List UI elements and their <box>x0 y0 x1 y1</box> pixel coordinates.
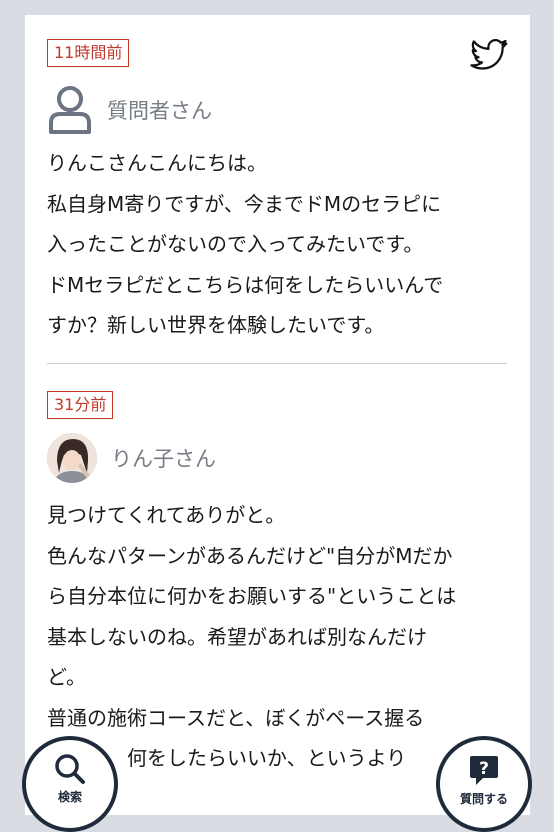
question-line: 入ったことがないので入ってみたいです。 <box>47 232 424 256</box>
answer-body: 見つけてくれてありがと。 色んなパターンがあるんだけど"自分がMだか ら自分本位… <box>47 495 507 779</box>
question-body: りんこさんこんにちは。 私自身M寄りですが、今までドMのセラピに 入ったことがな… <box>47 143 507 346</box>
answer-time-badge: 31分前 <box>47 391 114 419</box>
question-line: 私自身M寄りですが、今までドMのセラピに <box>47 191 442 216</box>
question-author: 質問者さん <box>47 85 212 135</box>
answer-line: 色んなパターンがあるんだけど"自分がMだか <box>47 543 453 568</box>
user-icon <box>49 86 91 134</box>
search-button[interactable]: 検索 <box>22 736 118 832</box>
divider <box>47 363 507 364</box>
question-line: ドMセラピだとこちらは何をしたらいいんで <box>47 272 444 297</box>
answer-author: りん子さん <box>47 433 216 483</box>
svg-text:?: ? <box>479 759 489 779</box>
answer-author-name: りん子さん <box>111 447 216 471</box>
search-icon <box>55 754 85 784</box>
avatar-photo-icon <box>47 433 97 483</box>
answer-line: ら自分本位に何かをお願いする"ということは <box>47 584 457 608</box>
ask-question-button-label: 質問する <box>459 792 508 806</box>
answer-avatar[interactable] <box>47 433 97 483</box>
ask-question-button[interactable]: ? 質問する <box>436 736 532 832</box>
answer-line: 普通の施術コースだと、ぼくがペース握る <box>47 705 425 730</box>
answer-line: 見つけてくれてありがと。 <box>47 503 286 527</box>
question-line: すか？新しい世界を体験したいです。 <box>47 313 385 337</box>
question-author-name: 質問者さん <box>107 99 212 123</box>
question-time-badge: 11時間前 <box>47 39 130 67</box>
question-line: りんこさんこんにちは。 <box>47 151 267 175</box>
answer-line: 基本しないのね。希望があれば別なんだけ <box>47 624 427 649</box>
twitter-icon[interactable] <box>470 39 508 73</box>
search-button-label: 検索 <box>57 790 82 804</box>
answer-line: ど。 <box>47 665 86 689</box>
qa-card: 11時間前 質問者さん りんこさんこんにちは。 私自身M寄りですが、今までドMの… <box>25 15 530 815</box>
question-icon: ? <box>470 756 498 785</box>
